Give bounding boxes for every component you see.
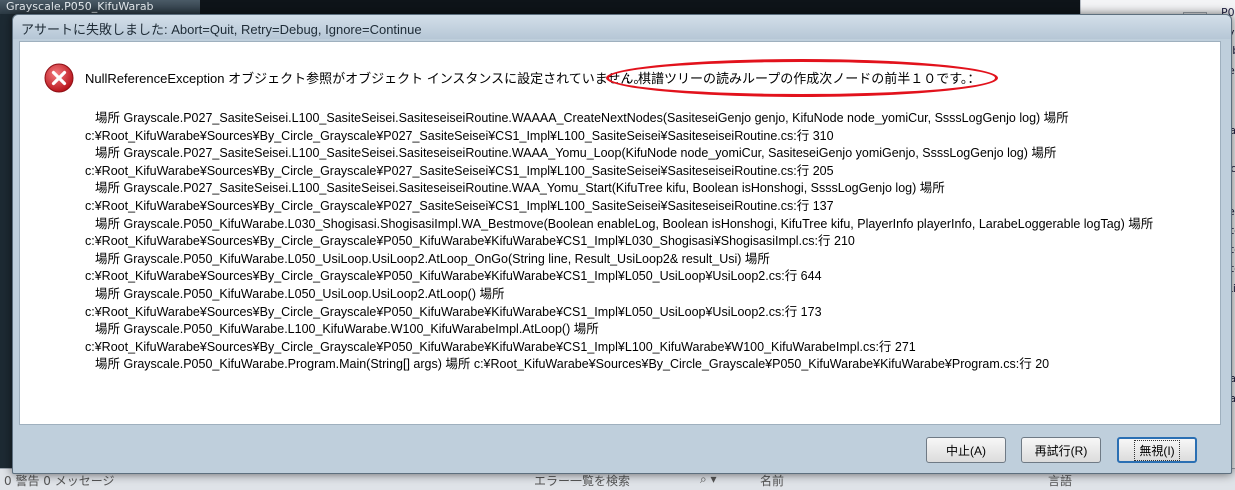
stack-trace: 場所 Grayscale.P027_SasiteSeisei.L100_Sasi…	[85, 110, 1205, 374]
background-strip	[200, 0, 1080, 14]
stack-trace-line: 場所 Grayscale.P050_KifuWarabe.L100_KifuWa…	[95, 322, 599, 337]
exception-message: NullReferenceException オブジェクト参照がオブジェクト イ…	[85, 71, 647, 86]
stack-trace-line: 場所 Grayscale.P027_SasiteSeisei.L100_Sasi…	[95, 181, 945, 196]
abort-button[interactable]: 中止(A)	[926, 437, 1006, 463]
error-icon	[44, 63, 74, 93]
retry-button[interactable]: 再試行(R)	[1021, 437, 1101, 463]
retry-button-label: 再試行(R)	[1034, 443, 1088, 458]
stack-trace-line: 場所 Grayscale.P050_KifuWarabe.L030_Shogis…	[95, 216, 1154, 231]
dialog-titlebar[interactable]: アサートに失敗しました: Abort=Quit, Retry=Debug, Ig…	[13, 15, 1231, 39]
stack-trace-line: 場所 Grayscale.P027_SasiteSeisei.L100_Sasi…	[95, 146, 1057, 161]
background-window-title: Grayscale.P050_KifuWarab	[0, 0, 206, 14]
stack-trace-line: c:¥Root_KifuWarabe¥Sources¥By_Circle_Gra…	[85, 304, 822, 319]
stack-trace-line: c:¥Root_KifuWarabe¥Sources¥By_Circle_Gra…	[85, 198, 834, 213]
stack-trace-line: c:¥Root_KifuWarabe¥Sources¥By_Circle_Gra…	[85, 128, 834, 143]
stack-trace-line: 場所 Grayscale.P050_KifuWarabe.Program.Mai…	[95, 357, 1050, 372]
dialog-title: アサートに失敗しました: Abort=Quit, Retry=Debug, Ig…	[21, 22, 422, 37]
error-list-search-input[interactable]: エラー一覧を検索	[534, 472, 630, 489]
red-annotation-ellipse	[606, 59, 998, 97]
dialog-footer: 中止(A) 再試行(R) 無視(I)	[13, 425, 1231, 473]
stack-trace-line: 場所 Grayscale.P050_KifuWarabe.L050_UsiLoo…	[95, 251, 770, 266]
stack-trace-line: c:¥Root_KifuWarabe¥Sources¥By_Circle_Gra…	[85, 339, 916, 354]
search-icon[interactable]: ⌕ ▾	[700, 472, 717, 487]
name-column-header: 名前	[760, 474, 785, 488]
language-column-header: 言語	[1048, 474, 1073, 488]
ignore-button[interactable]: 無視(I)	[1117, 437, 1197, 463]
error-list-counts: 0 警告 0 メッセージ	[4, 474, 115, 488]
stack-trace-line: c:¥Root_KifuWarabe¥Sources¥By_Circle_Gra…	[85, 234, 855, 249]
stack-trace-line: c:¥Root_KifuWarabe¥Sources¥By_Circle_Gra…	[85, 269, 822, 284]
assert-dialog: アサートに失敗しました: Abort=Quit, Retry=Debug, Ig…	[12, 14, 1232, 474]
ignore-button-label: 無視(I)	[1134, 439, 1180, 461]
stack-trace-line: 場所 Grayscale.P027_SasiteSeisei.L100_Sasi…	[95, 111, 1069, 125]
stack-trace-line: c:¥Root_KifuWarabe¥Sources¥By_Circle_Gra…	[85, 163, 834, 178]
stack-trace-line: 場所 Grayscale.P050_KifuWarabe.L050_UsiLoo…	[95, 286, 505, 301]
abort-button-label: 中止(A)	[946, 443, 986, 458]
